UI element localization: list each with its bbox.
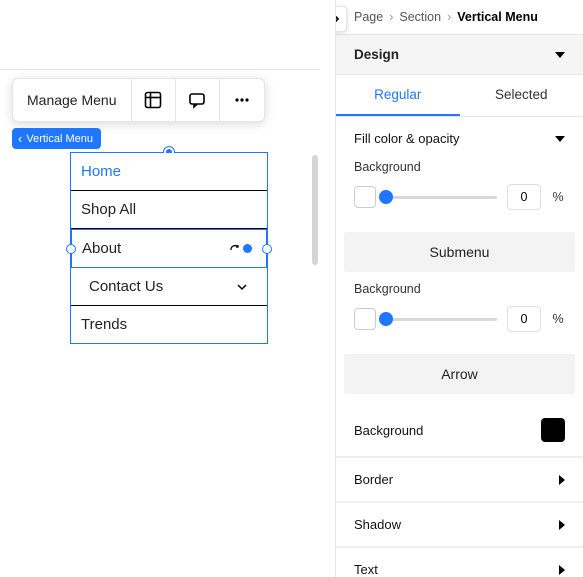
menu-item-home[interactable]: Home [71, 153, 267, 191]
menu-item-label: Home [81, 163, 121, 180]
layout-icon-button[interactable] [132, 78, 176, 122]
caret-right-icon [559, 565, 565, 575]
caret-right-icon [559, 475, 565, 485]
section-header-design[interactable]: Design [336, 34, 583, 75]
caret-right-icon [559, 520, 565, 530]
panel-collapse-button[interactable] [335, 6, 347, 32]
row-label: Shadow [354, 517, 401, 532]
color-swatch-arrow-bg[interactable] [541, 418, 565, 442]
more-icon [233, 91, 251, 109]
section-header-label: Design [354, 47, 399, 62]
menu-item-label: Contact Us [89, 278, 163, 295]
manage-menu-button[interactable]: Manage Menu [13, 79, 132, 121]
inspector-panel: Page › Section › Vertical Menu Design Re… [335, 0, 583, 577]
inspector-scrollbar-thumb[interactable] [335, 405, 336, 435]
state-tabs: Regular Selected [336, 75, 583, 117]
row-border[interactable]: Border [336, 457, 583, 502]
subsection-arrow: Arrow [344, 354, 575, 394]
row-text[interactable]: Text [336, 547, 583, 577]
percent-label: % [551, 190, 565, 204]
caret-down-icon [555, 52, 565, 58]
rotate-icon [229, 243, 241, 255]
menu-item-shop-all[interactable]: Shop All [71, 191, 267, 229]
menu-item-about[interactable]: About [71, 229, 267, 268]
vertical-menu-selection: Home Shop All About Contact Us [70, 152, 268, 344]
row-shadow[interactable]: Shadow [336, 502, 583, 547]
breadcrumb: Page › Section › Vertical Menu [336, 0, 583, 34]
opacity-input-main[interactable] [507, 184, 541, 210]
subsection-label: Submenu [430, 244, 490, 260]
resize-handle-left[interactable] [66, 244, 76, 254]
menu-item-label: About [82, 240, 121, 257]
breadcrumb-section[interactable]: Section [399, 10, 441, 24]
row-label: Background [354, 423, 423, 438]
color-swatch-main[interactable] [354, 186, 376, 208]
row-background-arrow[interactable]: Background [336, 404, 583, 457]
comment-icon-button[interactable] [176, 78, 220, 122]
canvas-header-blank [0, 0, 320, 70]
comment-icon [188, 91, 206, 109]
background-label: Background [354, 282, 565, 296]
breadcrumb-separator: › [389, 10, 393, 24]
menu-item-trends[interactable]: Trends [71, 306, 267, 343]
subsection-label: Arrow [441, 366, 478, 382]
slider-thumb[interactable] [379, 190, 393, 204]
slider-thumb[interactable] [379, 312, 393, 326]
breadcrumb-separator: › [447, 10, 451, 24]
opacity-input-submenu[interactable] [507, 306, 541, 332]
subsection-submenu: Submenu [344, 232, 575, 272]
chevron-right-icon [335, 14, 341, 24]
caret-down-icon [555, 136, 565, 142]
percent-label: % [551, 312, 565, 326]
resize-handle-right[interactable] [262, 244, 272, 254]
vertical-menu[interactable]: Home Shop All About Contact Us [70, 152, 268, 344]
element-toolbar: Manage Menu [12, 78, 265, 122]
opacity-slider-submenu[interactable] [386, 309, 497, 329]
chevron-down-icon [235, 280, 249, 294]
tab-regular[interactable]: Regular [336, 75, 460, 116]
accordion-fill[interactable]: Fill color & opacity [336, 117, 583, 160]
background-group-main: Background % [336, 160, 583, 228]
element-tag-label: Vertical Menu [26, 133, 93, 145]
tab-selected[interactable]: Selected [460, 75, 583, 116]
breadcrumb-current: Vertical Menu [457, 10, 538, 24]
row-label: Text [354, 562, 378, 577]
element-tag[interactable]: Vertical Menu [12, 128, 101, 149]
rotate-handle[interactable] [229, 243, 252, 255]
menu-item-label: Shop All [81, 201, 136, 218]
opacity-slider-main[interactable] [386, 187, 497, 207]
menu-subitem-contact-us[interactable]: Contact Us [71, 268, 267, 306]
canvas-area: Manage Menu Vertical Menu [0, 0, 320, 577]
accordion-label: Fill color & opacity [354, 131, 459, 146]
layout-icon [144, 91, 162, 109]
breadcrumb-page[interactable]: Page [354, 10, 383, 24]
background-group-submenu: Background % [336, 282, 583, 350]
row-label: Border [354, 472, 393, 487]
background-label: Background [354, 160, 565, 174]
menu-item-label: Trends [81, 316, 127, 333]
more-icon-button[interactable] [220, 78, 264, 122]
color-swatch-submenu[interactable] [354, 308, 376, 330]
canvas-scrollbar-thumb[interactable] [312, 155, 318, 265]
